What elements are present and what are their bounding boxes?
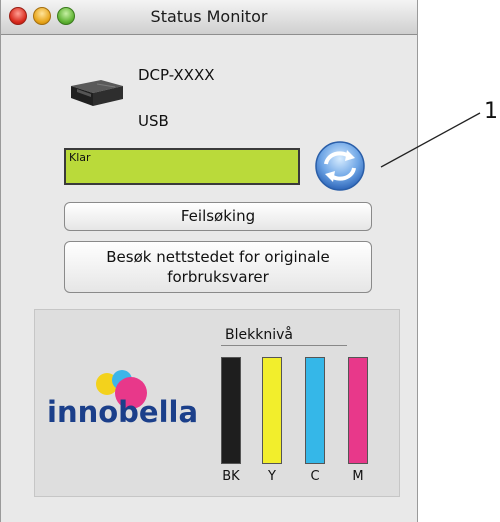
callout-leader-line (380, 112, 481, 168)
callout-number: 1 (484, 99, 498, 124)
